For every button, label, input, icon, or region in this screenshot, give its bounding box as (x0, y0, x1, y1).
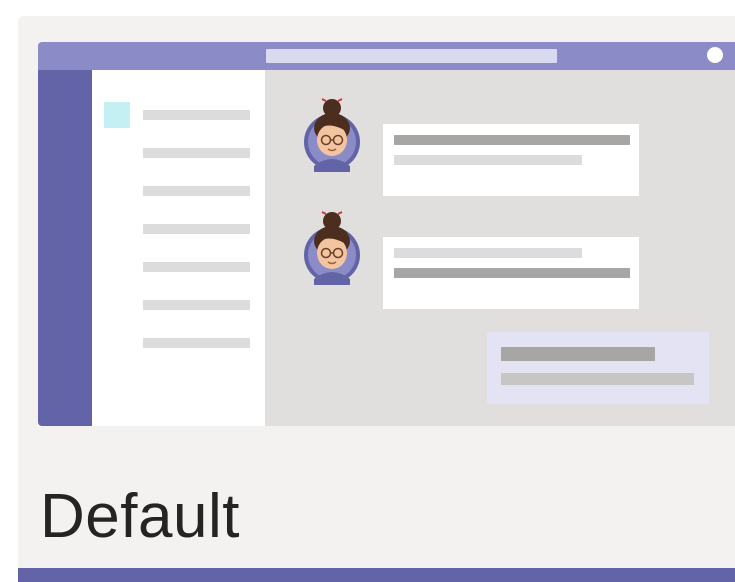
reply-line (501, 373, 694, 385)
preview-profile-dot (707, 47, 723, 63)
preview-app-rail (38, 70, 92, 426)
message-bubble (383, 124, 639, 196)
own-reply-bubble (487, 332, 709, 404)
message-bubble (383, 237, 639, 309)
preview-list-line (143, 186, 250, 196)
theme-option-default[interactable]: Default (18, 16, 735, 582)
preview-title-bar (38, 42, 735, 70)
preview-list-pane (92, 70, 265, 426)
preview-list-line (143, 110, 250, 120)
message-line (394, 248, 582, 258)
message-line (394, 135, 630, 145)
avatar-woman-with-glasses-icon (304, 211, 360, 285)
preview-list-line (143, 338, 250, 348)
theme-preview (38, 42, 735, 426)
preview-list-line (143, 224, 250, 234)
theme-name-label: Default (40, 482, 240, 551)
preview-list-line (143, 300, 250, 310)
preview-list-selected-marker (104, 102, 130, 128)
preview-list-line (143, 262, 250, 272)
message-line (394, 268, 630, 278)
preview-list-line (143, 148, 250, 158)
preview-search-bar (266, 49, 557, 63)
message-line (394, 155, 582, 165)
reply-line (501, 347, 655, 361)
selected-underline (18, 568, 735, 582)
avatar-woman-with-glasses-icon (304, 98, 360, 172)
